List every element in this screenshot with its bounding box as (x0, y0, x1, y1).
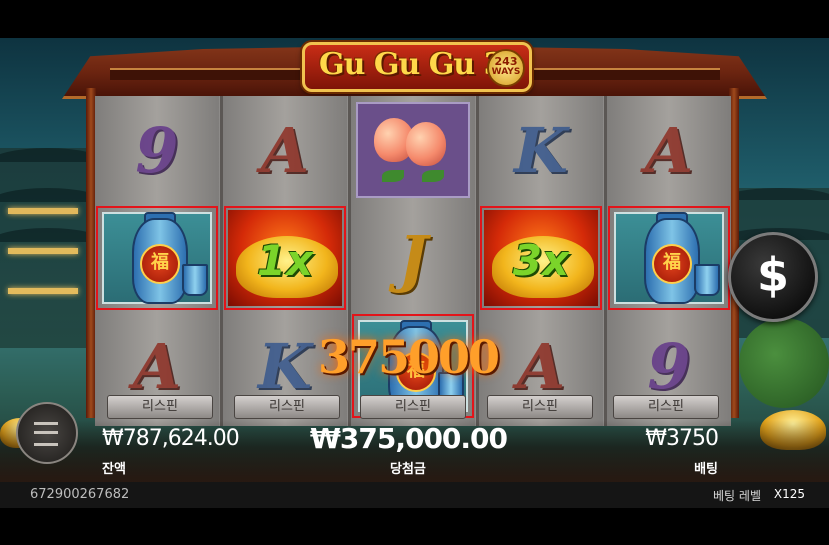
menu-button[interactable] (16, 402, 78, 464)
respin-button-1[interactable]: 리스핀 (107, 395, 213, 419)
left-pagoda-decoration (0, 148, 105, 348)
multiplier-label: 3x (512, 236, 570, 285)
symbol-cell-winning: 3x (480, 206, 602, 310)
bet-label: 배팅 (694, 462, 718, 477)
symbol-cell-winning: 福 (96, 206, 218, 310)
win-value: ₩375,000.00 (310, 422, 508, 455)
win-label: 당첨금 (390, 462, 426, 477)
big-win-amount: 375000 (318, 330, 500, 384)
symbol-cell: 9 (96, 98, 218, 202)
bet-level-label: 베팅 레벨 (713, 489, 761, 503)
ways-number: 243 (494, 55, 518, 68)
symbol-a: A (132, 329, 182, 403)
balance-value: ₩787,624.00 (102, 426, 240, 451)
respin-button-3[interactable]: 리스핀 (360, 395, 466, 419)
symbol-9: 9 (647, 329, 691, 403)
game-stage: Gu Gu Gu 3 243 WAYS 9 福 A A 1x K J 福 K 3… (0, 0, 829, 545)
reel-1: 9 福 A (95, 96, 219, 426)
tree-decoration (739, 318, 829, 408)
symbol-cell-winning: 福 (608, 206, 730, 310)
symbol-cell: A (608, 98, 730, 202)
symbol-cell: A (224, 98, 346, 202)
round-id: 672900267682 (30, 487, 130, 502)
symbol-cell: J (352, 206, 474, 310)
ways-label: WAYS (491, 67, 521, 77)
symbol-j: J (398, 221, 428, 295)
logo-text: Gu Gu Gu 3 (319, 47, 505, 82)
balance-label: 잔액 (102, 462, 126, 477)
hamburger-menu-icon (34, 422, 58, 446)
bet-value[interactable]: ₩3750 (645, 426, 719, 451)
symbol-k: K (258, 329, 312, 403)
footer-bar: 672900267682 베팅 레벨 X125 (0, 482, 829, 508)
symbol-a: A (516, 329, 566, 403)
reel-5: A 福 9 (607, 96, 731, 426)
game-logo: Gu Gu Gu 3 243 WAYS (302, 42, 532, 92)
symbol-cell (352, 98, 474, 202)
coin-shop-button[interactable]: $ (728, 232, 818, 322)
symbol-a: A (644, 113, 694, 187)
respin-button-2[interactable]: 리스핀 (234, 395, 340, 419)
bet-level-value: X125 (773, 487, 805, 501)
symbol-cell: K (480, 98, 602, 202)
dollar-icon: $ (756, 248, 789, 302)
respin-button-4[interactable]: 리스핀 (487, 395, 593, 419)
symbol-k: K (514, 113, 568, 187)
symbol-cell-winning: 1x (224, 206, 346, 310)
symbol-9: 9 (135, 113, 179, 187)
symbol-a: A (260, 113, 310, 187)
respin-button-5[interactable]: 리스핀 (613, 395, 719, 419)
ways-badge: 243 WAYS (487, 49, 525, 87)
multiplier-label: 1x (256, 236, 314, 285)
